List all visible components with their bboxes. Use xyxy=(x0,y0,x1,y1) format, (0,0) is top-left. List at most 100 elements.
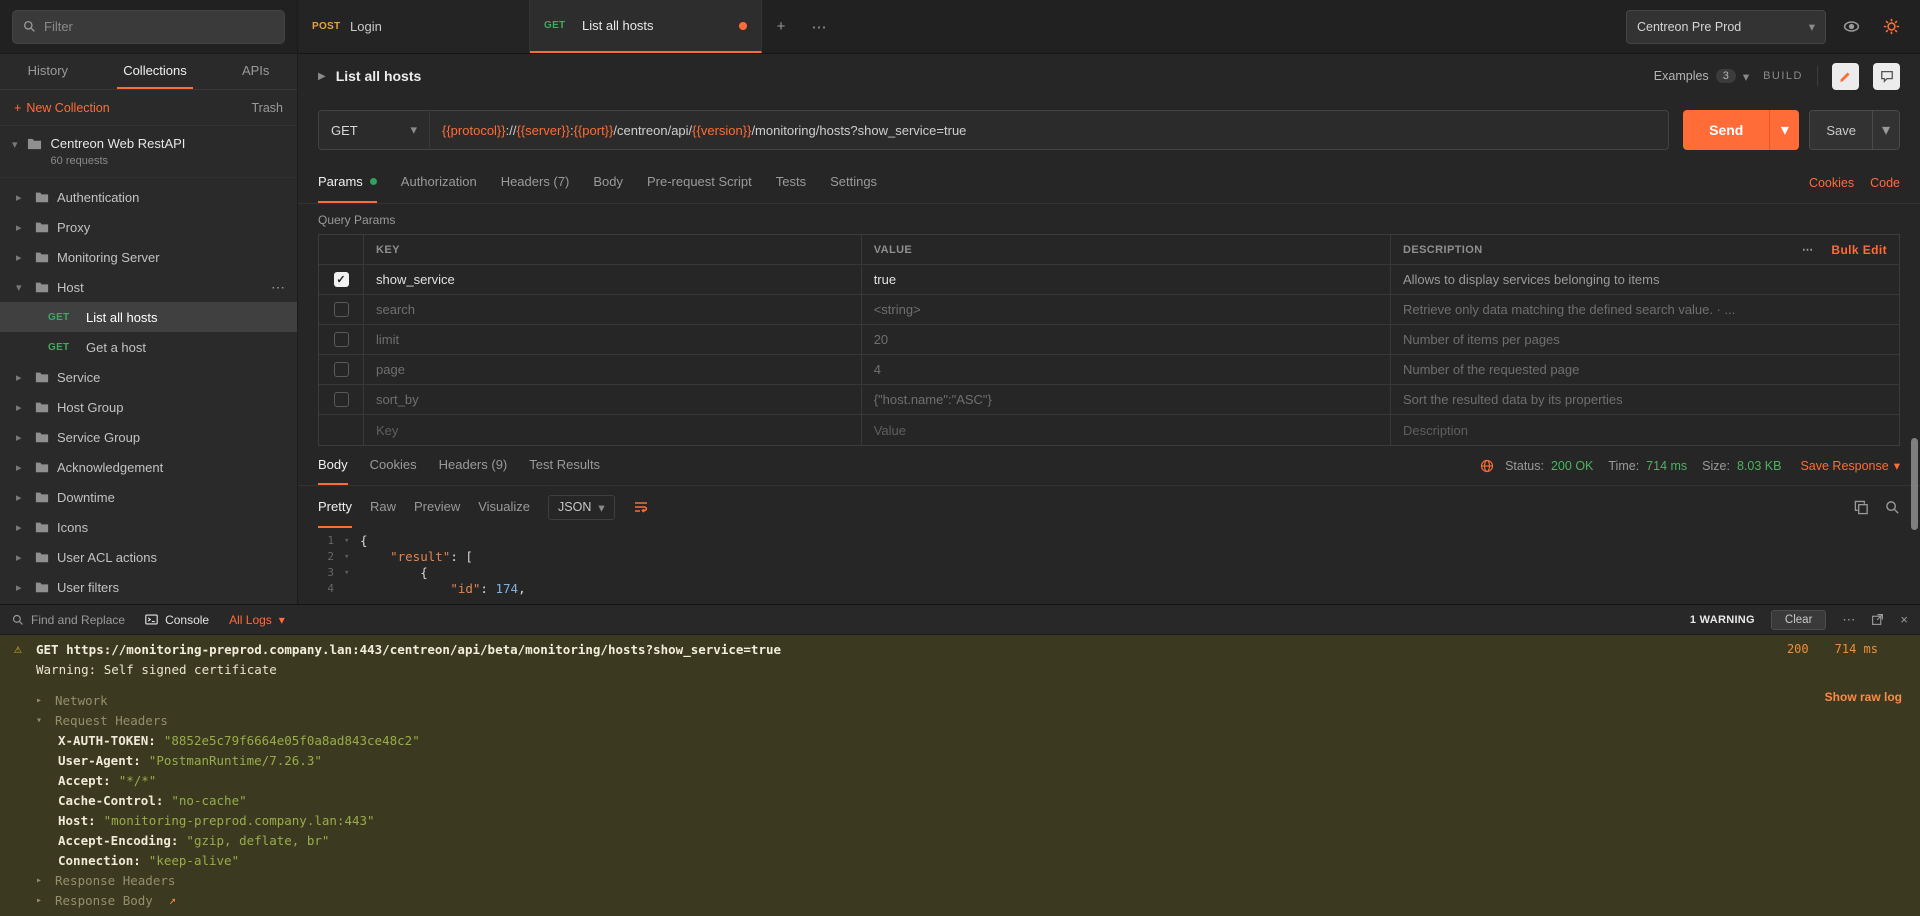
sidebar-folder-proxy[interactable]: ▸ Proxy xyxy=(0,212,297,242)
param-value[interactable]: 4 xyxy=(861,355,1390,384)
collapse-caret-icon[interactable]: ▶ xyxy=(318,71,326,82)
log-group-network[interactable]: ▸ Network xyxy=(14,690,1906,710)
tab-tests[interactable]: Tests xyxy=(776,162,806,203)
tab-settings[interactable]: Settings xyxy=(830,162,877,203)
row-checkbox-checked[interactable]: ✓ xyxy=(334,272,349,287)
save-button[interactable]: Save xyxy=(1810,111,1872,149)
clear-console-button[interactable]: Clear xyxy=(1771,610,1826,630)
code-link[interactable]: Code xyxy=(1870,176,1900,190)
sidebar-folder-service-group[interactable]: ▸ Service Group xyxy=(0,422,297,452)
param-value[interactable]: {"host.name":"ASC"} xyxy=(861,385,1390,414)
param-description[interactable]: Number of items per pages xyxy=(1390,325,1899,354)
url-input[interactable]: {{protocol}}://{{server}}:{{port}}/centr… xyxy=(430,110,1669,150)
sidebar-folder-acknowledgement[interactable]: ▸ Acknowledgement xyxy=(0,452,297,482)
filter-box[interactable] xyxy=(12,10,285,44)
param-value[interactable]: true xyxy=(861,265,1390,294)
param-description-placeholder[interactable]: Description xyxy=(1390,415,1899,445)
row-checkbox[interactable] xyxy=(334,362,349,377)
log-group-request-headers[interactable]: ▾ Request Headers xyxy=(14,710,1906,730)
method-selector[interactable]: GET ▾ xyxy=(318,110,430,150)
fold-caret-icon[interactable]: ▾ xyxy=(344,549,360,565)
trash-button[interactable]: Trash xyxy=(252,101,284,115)
copy-icon[interactable] xyxy=(1854,500,1869,515)
sidebar-folder-downtime[interactable]: ▸ Downtime xyxy=(0,482,297,512)
fold-caret-icon[interactable]: ▾ xyxy=(344,565,360,581)
param-description[interactable]: Retrieve only data matching the defined … xyxy=(1390,295,1899,324)
format-selector[interactable]: JSON ▾ xyxy=(548,495,615,520)
view-tab-preview[interactable]: Preview xyxy=(414,486,460,528)
new-collection-button[interactable]: + New Collection xyxy=(14,101,110,115)
sidebar-folder-service[interactable]: ▸ Service xyxy=(0,362,297,392)
bulk-edit-link[interactable]: Bulk Edit xyxy=(1831,243,1887,257)
sidebar-folder-host-group[interactable]: ▸ Host Group xyxy=(0,392,297,422)
cookies-link[interactable]: Cookies xyxy=(1809,176,1854,190)
tab-body[interactable]: Body xyxy=(593,162,623,203)
row-checkbox[interactable] xyxy=(334,302,349,317)
close-console-icon[interactable]: × xyxy=(1900,612,1908,627)
folder-menu-icon[interactable]: ⋯ xyxy=(271,279,285,296)
wrap-lines-button[interactable] xyxy=(633,499,649,515)
log-group-response-headers[interactable]: ▸ Response Headers xyxy=(14,870,1906,890)
param-description[interactable]: Allows to display services belonging to … xyxy=(1390,265,1899,294)
search-icon[interactable] xyxy=(1885,500,1900,515)
param-key[interactable]: search xyxy=(363,295,861,324)
row-checkbox[interactable] xyxy=(334,332,349,347)
param-description[interactable]: Sort the resulted data by its properties xyxy=(1390,385,1899,414)
param-key[interactable]: limit xyxy=(363,325,861,354)
log-group-response-body[interactable]: ▸ Response Body ↗ xyxy=(14,890,1906,910)
log-filter-dropdown[interactable]: All Logs ▾ xyxy=(229,613,285,627)
show-raw-log-link[interactable]: Show raw log xyxy=(1825,690,1902,704)
sidebar-folder-host[interactable]: ▾ Host ⋯ xyxy=(0,272,297,302)
edit-button[interactable] xyxy=(1832,63,1859,90)
collection-root[interactable]: ▾ Centreon Web RestAPI 60 requests xyxy=(0,126,297,178)
environment-quick-look-button[interactable] xyxy=(1836,12,1866,42)
sidebar-request-get-a-host[interactable]: GET Get a host xyxy=(0,332,297,362)
view-tab-visualize[interactable]: Visualize xyxy=(478,486,530,528)
send-button[interactable]: Send xyxy=(1683,110,1769,150)
open-response-body-icon[interactable]: ↗ xyxy=(169,893,176,907)
sidebar-request-list-all-hosts[interactable]: GET List all hosts xyxy=(0,302,297,332)
tab-headers[interactable]: Headers (7) xyxy=(501,162,570,203)
console-request-line[interactable]: ⚠ GET https://monitoring-preprod.company… xyxy=(14,639,1906,659)
send-options-icon[interactable]: ▾ xyxy=(1769,110,1799,150)
sidebar-folder-authentication[interactable]: ▸ Authentication xyxy=(0,182,297,212)
param-value-placeholder[interactable]: Value xyxy=(861,415,1390,445)
sidebar-tab-apis[interactable]: APIs xyxy=(236,54,275,89)
save-response-button[interactable]: Save Response ▾ xyxy=(1800,458,1900,473)
tab-params[interactable]: Params xyxy=(318,162,377,203)
console-options-icon[interactable]: ⋯ xyxy=(1842,612,1855,628)
open-in-new-window-icon[interactable] xyxy=(1871,613,1884,626)
param-key[interactable]: sort_by xyxy=(363,385,861,414)
param-key[interactable]: show_service xyxy=(363,265,861,294)
new-tab-button[interactable]: + xyxy=(762,0,800,53)
sidebar-tab-collections[interactable]: Collections xyxy=(117,54,193,89)
environment-selector[interactable]: Centreon Pre Prod ▾ xyxy=(1626,10,1826,44)
view-tab-pretty[interactable]: Pretty xyxy=(318,486,352,528)
response-tab-cookies[interactable]: Cookies xyxy=(370,446,417,485)
response-body-editor[interactable]: 1 ▾ { 2 ▾ "result": [ 3 ▾ { 4 xyxy=(298,528,1920,604)
tab-authorization[interactable]: Authorization xyxy=(401,162,477,203)
console-tab[interactable]: Console xyxy=(145,613,209,627)
filter-input[interactable] xyxy=(44,19,274,34)
param-description[interactable]: Number of the requested page xyxy=(1390,355,1899,384)
tab-options-icon[interactable]: ⋯ xyxy=(800,0,838,53)
comments-button[interactable] xyxy=(1873,63,1900,90)
network-icon[interactable] xyxy=(1480,459,1494,473)
find-and-replace-button[interactable]: Find and Replace xyxy=(12,613,125,627)
response-tab-test-results[interactable]: Test Results xyxy=(529,446,600,485)
response-tab-body[interactable]: Body xyxy=(318,446,348,485)
table-options-icon[interactable]: ⋯ xyxy=(1802,243,1813,256)
row-checkbox[interactable] xyxy=(334,392,349,407)
sidebar-folder-user-acl-actions[interactable]: ▸ User ACL actions xyxy=(0,542,297,572)
tab-login[interactable]: POST Login xyxy=(298,0,530,53)
sidebar-folder-user-filters[interactable]: ▸ User filters xyxy=(0,572,297,602)
tab-list-all-hosts[interactable]: GET List all hosts xyxy=(530,0,762,53)
param-key-placeholder[interactable]: Key xyxy=(363,415,861,445)
sidebar-folder-monitoring-server[interactable]: ▸ Monitoring Server xyxy=(0,242,297,272)
examples-dropdown[interactable]: Examples 3 ▾ xyxy=(1654,69,1749,84)
settings-button[interactable] xyxy=(1876,12,1906,42)
scrollbar-thumb[interactable] xyxy=(1911,438,1918,530)
tab-pre-request-script[interactable]: Pre-request Script xyxy=(647,162,752,203)
param-value[interactable]: 20 xyxy=(861,325,1390,354)
view-tab-raw[interactable]: Raw xyxy=(370,486,396,528)
